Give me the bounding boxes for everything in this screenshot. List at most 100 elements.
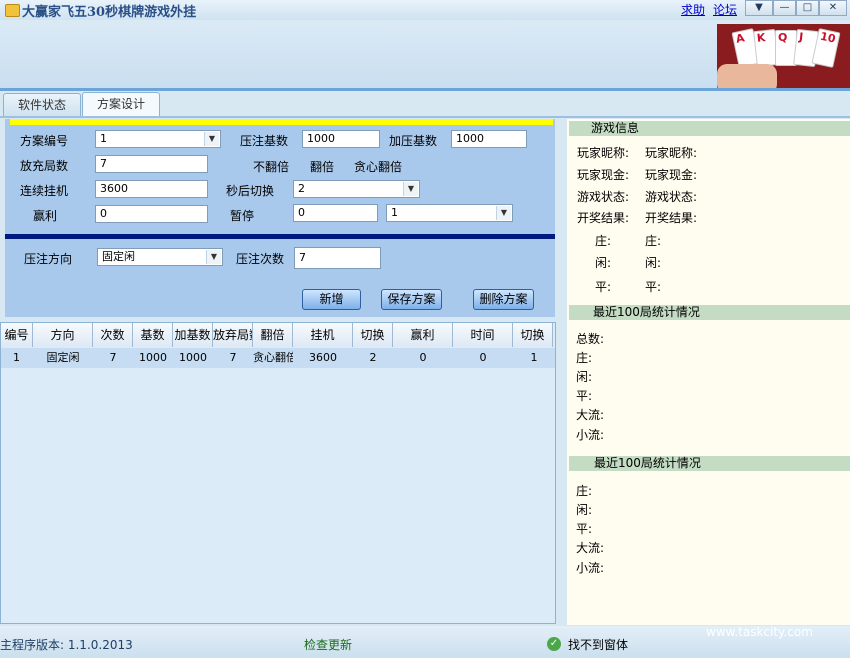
switch-after-select[interactable]: 2 ▼ <box>293 180 420 198</box>
table-cell: 固定闲 <box>33 348 93 368</box>
option-double[interactable]: 翻倍 <box>310 158 334 175</box>
column-header[interactable]: 切换 <box>353 323 393 347</box>
column-header[interactable]: 基数 <box>133 323 173 347</box>
stats1-item: 小流: <box>576 428 605 442</box>
yellow-bar <box>10 119 553 125</box>
panel-splitter[interactable] <box>557 119 567 625</box>
info-label: 玩家昵称: <box>577 146 630 160</box>
table-cell: 1 <box>1 348 33 368</box>
direction-select[interactable]: 固定闲 ▼ <box>97 248 223 266</box>
profit-label: 赢利 <box>33 209 58 223</box>
table-cell: 3600 <box>293 348 353 368</box>
info-label: 庄: <box>595 234 612 248</box>
info-value: 平: <box>645 280 662 294</box>
switch-after-value: 2 <box>298 182 305 195</box>
table-cell: 1 <box>513 348 555 368</box>
pause-select[interactable]: 1 ▼ <box>386 204 513 222</box>
close-button[interactable]: ✕ <box>819 0 847 16</box>
column-header[interactable]: 加基数 <box>173 323 213 347</box>
table-cell: 贪心翻倍 <box>253 348 293 368</box>
stats2-item: 大流: <box>576 541 605 555</box>
switch-after-label: 秒后切换 <box>226 184 275 198</box>
app-icon <box>5 4 20 17</box>
stats1-item: 大流: <box>576 408 605 422</box>
chevron-down-icon[interactable]: ▼ <box>403 182 418 196</box>
column-header[interactable]: 编号 <box>1 323 33 347</box>
plan-no-label: 方案编号 <box>20 134 69 148</box>
chevron-down-icon[interactable]: ▼ <box>206 250 221 264</box>
profit-input[interactable]: 0 <box>95 205 208 223</box>
save-plan-button[interactable]: 保存方案 <box>381 289 442 310</box>
pause-input[interactable]: 0 <box>293 204 378 222</box>
tab-divider <box>0 116 850 118</box>
table-cell: 1000 <box>173 348 213 368</box>
fill-rounds-label: 放充局数 <box>20 159 69 173</box>
window-title: 大赢家飞五30秒棋牌游戏外挂 <box>22 5 197 20</box>
header-divider <box>0 88 850 91</box>
menu-button[interactable]: ▼ <box>745 0 773 16</box>
stats1-item: 总数: <box>576 332 605 346</box>
option-no-double[interactable]: 不翻倍 <box>253 158 289 175</box>
info-value: 闲: <box>645 256 662 270</box>
add-button[interactable]: 新增 <box>302 289 361 310</box>
forum-link[interactable]: 论坛 <box>713 1 737 18</box>
stats2-item: 小流: <box>576 561 605 575</box>
table-cell: 2 <box>353 348 393 368</box>
bet-base-label: 压注基数 <box>240 134 289 148</box>
fill-rounds-input[interactable]: 7 <box>95 155 208 173</box>
info-label: 闲: <box>595 256 612 270</box>
bet-base-input[interactable]: 1000 <box>302 130 380 148</box>
tab-software-status[interactable]: 软件状态 <box>3 93 81 116</box>
column-header[interactable]: 赢利 <box>393 323 453 347</box>
tab-plan-design[interactable]: 方案设计 <box>82 92 160 117</box>
column-header[interactable]: 挂机 <box>293 323 353 347</box>
info-value: 庄: <box>645 234 662 248</box>
column-header[interactable]: 次数 <box>93 323 133 347</box>
stats1-title: 最近100局统计情况 <box>593 305 700 319</box>
section-divider <box>5 234 555 239</box>
add-base-label: 加压基数 <box>389 134 438 148</box>
hand-graphic <box>717 64 777 88</box>
minimize-button[interactable]: — <box>773 0 796 16</box>
info-value: 开奖结果: <box>645 211 698 225</box>
add-base-input[interactable]: 1000 <box>451 130 527 148</box>
column-header[interactable]: 翻倍 <box>253 323 293 347</box>
playing-cards-banner: A K Q J 10 <box>717 24 850 88</box>
version-text: 主程序版本: 1.1.0.2013 <box>0 638 133 652</box>
stats2-item: 庄: <box>576 484 593 498</box>
option-greedy-double[interactable]: 贪心翻倍 <box>354 158 402 175</box>
plan-no-value: 1 <box>100 132 107 145</box>
continuous-label: 连续挂机 <box>20 184 69 198</box>
column-header[interactable]: 时间 <box>453 323 513 347</box>
info-label: 游戏状态: <box>577 190 630 204</box>
game-info-title: 游戏信息 <box>591 121 640 135</box>
table-cell: 7 <box>213 348 253 368</box>
stats1-item: 闲: <box>576 370 593 384</box>
check-icon: ✓ <box>547 637 561 651</box>
plan-no-select[interactable]: 1 ▼ <box>95 130 221 148</box>
stats1-header: 最近100局统计情况 <box>569 305 850 320</box>
table-cell: 0 <box>453 348 513 368</box>
continuous-input[interactable]: 3600 <box>95 180 208 198</box>
delete-plan-button[interactable]: 删除方案 <box>473 289 534 310</box>
chevron-down-icon[interactable]: ▼ <box>204 132 219 146</box>
maximize-button[interactable]: □ <box>796 0 819 16</box>
help-link[interactable]: 求助 <box>681 1 705 18</box>
column-header[interactable]: 切换 <box>513 323 553 347</box>
column-header[interactable]: 放弃局数 <box>213 323 253 347</box>
chevron-down-icon[interactable]: ▼ <box>496 206 511 220</box>
game-info-header: 游戏信息 <box>569 121 850 136</box>
info-label: 玩家现金: <box>577 168 630 182</box>
bet-count-input[interactable]: 7 <box>294 247 381 269</box>
check-update-link[interactable]: 检查更新 <box>304 636 352 653</box>
info-value: 玩家昵称: <box>645 146 698 160</box>
stats2-title: 最近100局统计情况 <box>594 456 701 470</box>
info-label: 平: <box>595 280 612 294</box>
table-cell: 0 <box>393 348 453 368</box>
table-cell: 7 <box>93 348 133 368</box>
stats1-item: 庄: <box>576 351 593 365</box>
pause-label: 暂停 <box>230 209 255 223</box>
info-label: 开奖结果: <box>577 211 630 225</box>
watermark: www.taskcity.com <box>706 625 813 639</box>
column-header[interactable]: 方向 <box>33 323 93 347</box>
